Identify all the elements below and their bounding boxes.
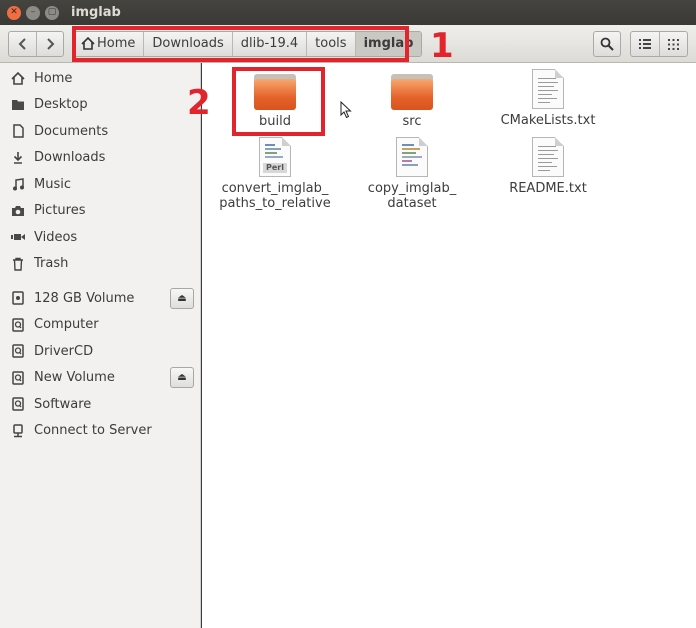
script-file-icon <box>396 137 428 177</box>
file-item-copy-imglab[interactable]: copy_imglab_ dataset <box>352 137 472 211</box>
chevron-right-icon <box>47 37 55 50</box>
perl-badge: Perl <box>263 163 287 173</box>
sidebar: Home Desktop Documents Downloads Music P… <box>0 63 201 628</box>
sidebar-item-documents[interactable]: Documents <box>0 118 200 145</box>
chevron-left-icon <box>18 37 26 50</box>
trash-icon <box>10 257 26 271</box>
sidebar-item-label: New Volume <box>34 370 115 386</box>
sidebar-item-label: Software <box>34 396 92 412</box>
list-view-button[interactable] <box>631 32 659 56</box>
maximize-window-button[interactable]: ▢ <box>45 5 59 20</box>
close-icon: ✕ <box>10 7 18 17</box>
eject-icon: ⏏ <box>177 372 187 384</box>
file-name: CMakeLists.txt <box>500 113 596 128</box>
download-icon <box>10 151 26 164</box>
sidebar-item-downloads[interactable]: Downloads <box>0 145 200 172</box>
back-button[interactable] <box>9 32 36 56</box>
computer-icon <box>10 318 26 332</box>
desktop-icon <box>10 99 26 111</box>
text-file-icon <box>532 137 564 177</box>
file-view: build src CMakeLists.txt Perl convert_im… <box>202 63 696 628</box>
minimize-window-button[interactable]: – <box>26 5 40 20</box>
sidebar-item-label: Home <box>34 70 73 86</box>
sidebar-item-label: Downloads <box>34 150 106 166</box>
sidebar-item-128gb-volume[interactable]: 128 GB Volume ⏏ <box>0 285 200 312</box>
sidebar-item-label: Desktop <box>34 97 88 113</box>
drive-icon <box>10 291 26 305</box>
sidebar-item-label: Connect to Server <box>34 423 152 439</box>
perl-script-icon: Perl <box>259 137 291 177</box>
document-icon <box>10 124 26 138</box>
server-icon <box>10 424 26 438</box>
search-icon <box>600 37 614 51</box>
search-button[interactable] <box>593 31 621 57</box>
window-title: imglab <box>71 5 121 20</box>
eject-icon: ⏏ <box>177 292 187 304</box>
forward-button[interactable] <box>36 31 63 56</box>
file-item-cmakelists[interactable]: CMakeLists.txt <box>488 69 608 128</box>
file-name: copy_imglab_ dataset <box>367 181 457 211</box>
grid-view-button[interactable] <box>659 32 687 56</box>
sidebar-item-label: Trash <box>34 256 69 272</box>
sidebar-item-label: 128 GB Volume <box>34 290 135 306</box>
file-name: README.txt <box>509 181 587 196</box>
disc-icon <box>10 344 26 358</box>
file-item-readme[interactable]: README.txt <box>488 137 608 196</box>
view-toggle <box>630 31 688 57</box>
drive-icon <box>10 371 26 385</box>
sidebar-item-label: Computer <box>34 317 99 333</box>
home-icon <box>10 71 26 85</box>
file-item-src[interactable]: src <box>352 70 472 129</box>
breadcrumb-highlight <box>72 26 409 62</box>
eject-button[interactable]: ⏏ <box>170 367 194 389</box>
annotation-number-1: 1 <box>430 26 454 66</box>
minimize-icon: – <box>30 7 36 17</box>
text-file-icon <box>532 69 564 109</box>
sidebar-item-home[interactable]: Home <box>0 65 200 92</box>
annotation-number-2: 2 <box>187 83 211 123</box>
sidebar-item-software[interactable]: Software <box>0 391 200 418</box>
camera-icon <box>10 205 26 217</box>
eject-button[interactable]: ⏏ <box>170 287 194 309</box>
sidebar-item-label: Videos <box>34 229 78 245</box>
sidebar-item-music[interactable]: Music <box>0 171 200 198</box>
sidebar-item-videos[interactable]: Videos <box>0 224 200 251</box>
sidebar-item-pictures[interactable]: Pictures <box>0 198 200 225</box>
sidebar-item-label: DriverCD <box>34 343 94 359</box>
sidebar-item-label: Pictures <box>34 203 86 219</box>
sidebar-item-connect-to-server[interactable]: Connect to Server <box>0 418 200 445</box>
title-bar: ✕ – ▢ imglab <box>0 0 696 25</box>
maximize-icon: ▢ <box>47 7 57 17</box>
sidebar-item-computer[interactable]: Computer <box>0 312 200 339</box>
sidebar-item-drivercd[interactable]: DriverCD <box>0 338 200 365</box>
sidebar-item-label: Music <box>34 176 71 192</box>
file-name: convert_imglab_ paths_to_relative <box>219 181 331 211</box>
file-item-convert-imglab[interactable]: Perl convert_imglab_ paths_to_relative <box>215 137 335 211</box>
grid-view-icon <box>668 38 679 50</box>
build-folder-highlight <box>232 67 325 136</box>
folder-icon <box>391 74 433 110</box>
file-name: src <box>402 114 422 129</box>
sidebar-item-label: Documents <box>34 123 109 139</box>
list-view-icon <box>639 39 651 49</box>
history-nav <box>8 30 64 57</box>
video-icon <box>10 232 26 242</box>
close-window-button[interactable]: ✕ <box>7 5 21 20</box>
drive-icon <box>10 397 26 411</box>
sidebar-item-trash[interactable]: Trash <box>0 251 200 278</box>
music-icon <box>10 177 26 191</box>
sidebar-item-desktop[interactable]: Desktop <box>0 92 200 119</box>
mouse-cursor-icon <box>340 101 352 119</box>
sidebar-item-new-volume[interactable]: New Volume ⏏ <box>0 365 200 392</box>
